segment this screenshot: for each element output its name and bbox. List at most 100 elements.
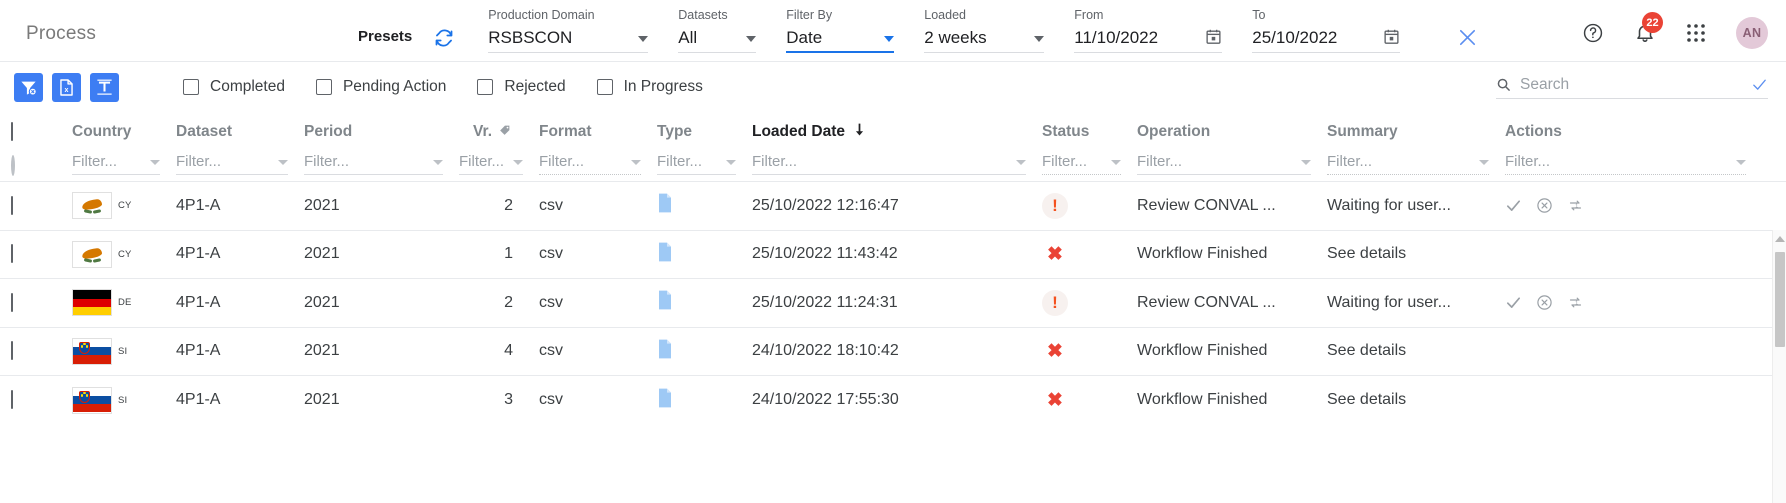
header-vr[interactable]: Vr.	[459, 112, 539, 150]
header-country[interactable]: Country	[72, 112, 176, 150]
header-actions[interactable]: Actions	[1505, 112, 1786, 150]
checkbox-box[interactable]	[477, 79, 494, 95]
filter-type-cell[interactable]: Filter...	[657, 150, 752, 182]
table-row[interactable]: SI 4P1-A 2021 4 csv 24/10/2022 18:10:42	[0, 326, 1786, 376]
chevron-down-icon[interactable]	[1016, 160, 1026, 165]
row-checkbox[interactable]	[11, 341, 13, 361]
filter-format-cell[interactable]: Filter...	[539, 150, 657, 182]
chevron-down-icon[interactable]	[1301, 160, 1311, 165]
country-code: SI	[118, 394, 128, 406]
checkbox-in-progress[interactable]: In Progress	[596, 78, 703, 96]
cell-dataset: 4P1-A	[176, 229, 304, 279]
select-mode-radio[interactable]	[11, 155, 15, 176]
from-value: 11/10/2022	[1074, 28, 1159, 47]
header-period[interactable]: Period	[304, 112, 459, 150]
checkbox-pending-action[interactable]: Pending Action	[315, 78, 446, 96]
to-value: 25/10/2022	[1252, 28, 1338, 47]
row-checkbox[interactable]	[11, 390, 13, 409]
filter-operation-cell[interactable]: Filter...	[1137, 150, 1327, 182]
cell-vr: 2	[459, 278, 539, 327]
cell-actions: 1	[1505, 181, 1786, 230]
checkbox-rejected[interactable]: Rejected	[477, 78, 566, 96]
table-row[interactable]: DE 4P1-A 2021 2 csv 25/10/2022 11:24:31	[0, 278, 1786, 327]
table-row[interactable]: SI 4P1-A 2021 3 csv 24/10/2022 17:55:30	[0, 375, 1786, 424]
clear-filters-button[interactable]	[14, 72, 43, 102]
production-domain-field[interactable]: Production Domain RSBSCON	[488, 8, 649, 61]
row-checkbox[interactable]	[11, 195, 13, 215]
filter-period-cell[interactable]: Filter...	[304, 150, 459, 182]
checkbox-box[interactable]	[315, 79, 332, 95]
filter-status-cell[interactable]: Filter...	[1042, 150, 1137, 182]
filter-dataset-cell[interactable]: Filter...	[176, 150, 304, 182]
refresh-icon[interactable]	[434, 28, 454, 61]
file-icon	[657, 388, 673, 412]
cell-summary[interactable]: See details	[1327, 229, 1505, 279]
chevron-down-icon[interactable]	[1034, 36, 1045, 42]
row-checkbox[interactable]	[11, 244, 13, 264]
cell-summary[interactable]: See details	[1327, 326, 1505, 376]
calendar-icon[interactable]	[1205, 28, 1222, 45]
calendar-icon[interactable]	[1383, 28, 1400, 45]
header-label: Country	[72, 123, 132, 140]
chevron-down-icon[interactable]	[631, 160, 641, 165]
help-icon[interactable]	[1582, 22, 1604, 44]
scrollbar-thumb[interactable]	[1775, 252, 1785, 347]
chevron-down-icon[interactable]	[1111, 160, 1121, 165]
search-confirm-icon[interactable]	[1751, 76, 1768, 93]
reject-icon[interactable]	[1536, 294, 1553, 311]
header-loaded-date[interactable]: Loaded Date	[752, 112, 1042, 150]
scroll-up-arrow-icon[interactable]	[1774, 236, 1785, 242]
datasets-field[interactable]: Datasets All	[678, 8, 757, 61]
approve-icon[interactable]	[1505, 197, 1522, 214]
loaded-range-field[interactable]: Loaded 2 weeks	[924, 8, 1045, 61]
from-date-field[interactable]: From 11/10/2022	[1074, 8, 1223, 61]
search-box[interactable]	[1496, 75, 1768, 99]
avatar[interactable]: AN	[1736, 17, 1768, 49]
reject-icon[interactable]	[1536, 197, 1553, 214]
filter-country-cell[interactable]: Filter...	[72, 150, 176, 182]
header-type[interactable]: Type	[657, 112, 752, 150]
restart-icon[interactable]: 1	[1567, 294, 1584, 311]
filter-actions-cell[interactable]: Filter...	[1505, 150, 1786, 182]
filter-loaded-date-cell[interactable]: Filter...	[752, 150, 1042, 182]
restart-icon[interactable]: 1	[1567, 197, 1584, 214]
vertical-scrollbar[interactable]	[1772, 230, 1786, 503]
row-checkbox[interactable]	[11, 292, 13, 312]
chevron-down-icon[interactable]	[884, 36, 895, 42]
chevron-down-icon[interactable]	[746, 36, 757, 42]
autofit-text-button[interactable]	[90, 72, 119, 102]
filter-summary-cell[interactable]: Filter...	[1327, 150, 1505, 182]
chevron-down-icon[interactable]	[278, 160, 288, 165]
notifications-bell-icon[interactable]: 22	[1634, 12, 1663, 44]
chevron-down-icon[interactable]	[1736, 160, 1746, 165]
table-row[interactable]: CY 4P1-A 2021 1 csv 25/10/2022 11:43:42	[0, 229, 1786, 279]
clear-filters-icon[interactable]	[1456, 26, 1479, 61]
filter-vr-cell[interactable]: Filter...	[459, 150, 539, 182]
header-summary[interactable]: Summary	[1327, 112, 1505, 150]
to-date-field[interactable]: To 25/10/2022	[1252, 8, 1401, 61]
export-excel-button[interactable]: x	[52, 72, 81, 102]
presets-label[interactable]: Presets	[358, 28, 412, 61]
chevron-down-icon[interactable]	[638, 36, 649, 42]
chevron-down-icon[interactable]	[433, 160, 443, 165]
header-status[interactable]: Status	[1042, 112, 1137, 150]
chevron-down-icon[interactable]	[513, 160, 523, 165]
checkbox-box[interactable]	[183, 79, 199, 95]
header-format[interactable]: Format	[539, 112, 657, 150]
cell-status: ✖	[1042, 375, 1137, 424]
approve-icon[interactable]	[1505, 294, 1522, 311]
checkbox-completed[interactable]: Completed	[183, 78, 285, 96]
country-code: CY	[118, 248, 132, 260]
filter-by-field[interactable]: Filter By Date	[786, 8, 895, 61]
cell-summary[interactable]: See details	[1327, 375, 1505, 424]
chevron-down-icon[interactable]	[726, 160, 736, 165]
table-row[interactable]: CY 4P1-A 2021 2 csv 25/10/2022 12:16:47	[0, 181, 1786, 230]
select-all-checkbox[interactable]	[11, 122, 13, 141]
checkbox-box[interactable]	[596, 79, 613, 95]
chevron-down-icon[interactable]	[150, 160, 160, 165]
chevron-down-icon[interactable]	[1479, 160, 1489, 165]
search-input[interactable]	[1520, 75, 1710, 94]
header-operation[interactable]: Operation	[1137, 112, 1327, 150]
header-dataset[interactable]: Dataset	[176, 112, 304, 150]
apps-grid-icon[interactable]	[1686, 23, 1706, 43]
